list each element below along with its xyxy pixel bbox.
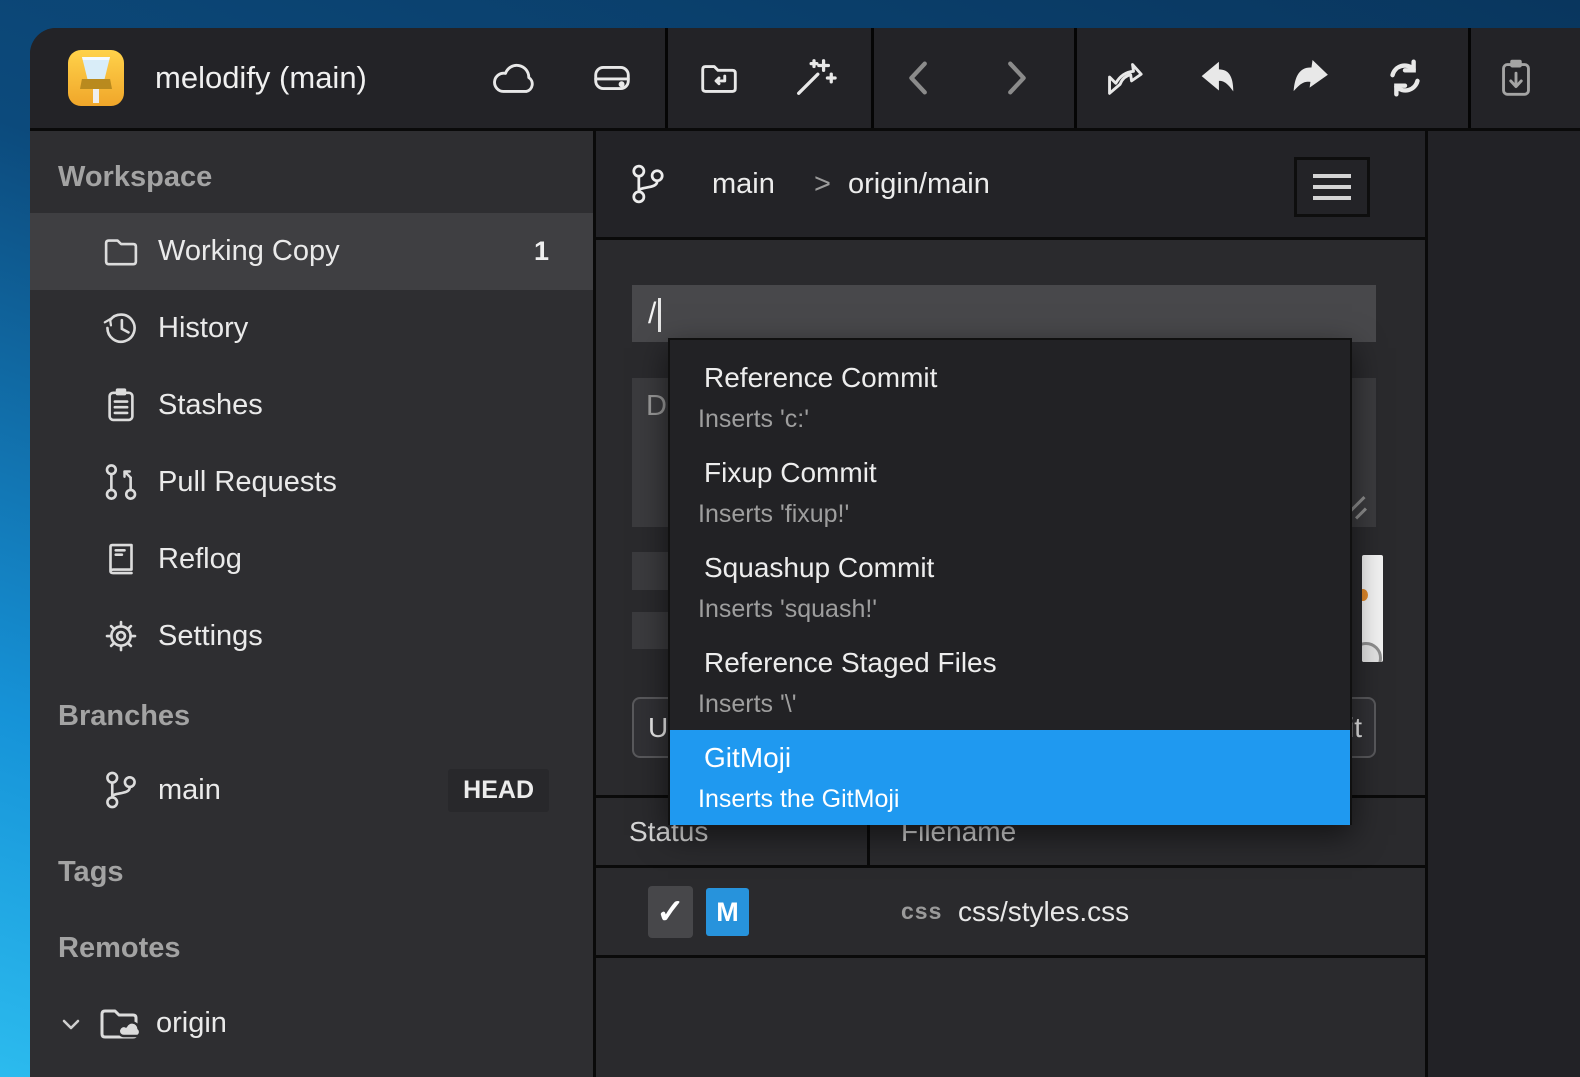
breadcrumb-separator: >: [814, 131, 831, 237]
status-badge-modified: M: [706, 888, 749, 936]
file-type-label: css: [901, 868, 942, 955]
titlebar: melodify (main): [30, 28, 1580, 128]
app-window: melodify (main): [30, 28, 1580, 1077]
item-title: GitMoji: [670, 730, 1350, 780]
sidebar-item-remote-origin[interactable]: origin: [30, 985, 593, 1062]
item-subtitle: Inserts 'c:': [670, 400, 1350, 438]
sidebar-item-stashes[interactable]: Stashes: [30, 367, 593, 444]
sidebar-header-workspace: Workspace: [58, 152, 212, 202]
sidebar-item-label: origin: [156, 985, 227, 1062]
divider: [596, 955, 1425, 958]
item-subtitle: Inserts 'squash!': [670, 590, 1350, 628]
push-icon[interactable]: [1287, 55, 1333, 101]
sidebar-header-tags: Tags: [58, 847, 124, 897]
gitmoji-preview-emoji: [1362, 589, 1368, 601]
back-icon[interactable]: [897, 55, 943, 101]
item-title: Reference Commit: [670, 350, 1350, 400]
commit-summary-input[interactable]: /: [632, 285, 1376, 342]
divider: [596, 237, 1425, 240]
app-icon-band: [80, 79, 112, 89]
sidebar-item-label: Stashes: [158, 367, 263, 444]
wand-icon[interactable]: [791, 55, 837, 101]
drive-icon[interactable]: [589, 55, 635, 101]
toolbar-separator: [665, 28, 668, 128]
sidebar-item-label: History: [158, 290, 248, 367]
menu-icon[interactable]: [1294, 157, 1370, 217]
reflog-icon: [100, 538, 142, 580]
branch-icon: [100, 769, 142, 811]
main-panel: main > origin/main / Description: [596, 131, 1425, 1077]
text-caret: [658, 298, 661, 332]
chevron-down-icon[interactable]: [58, 1011, 84, 1037]
autocomplete-item-reference-staged-files[interactable]: Reference Staged Files Inserts '\': [670, 635, 1350, 730]
autocomplete-dropdown: Reference Commit Inserts 'c:' Fixup Comm…: [668, 338, 1352, 825]
working-copy-count-badge: 1: [534, 213, 549, 290]
branch-breadcrumb-bar: main > origin/main: [596, 131, 1425, 237]
toolbar-separator: [871, 28, 874, 128]
folder-icon: [100, 230, 142, 272]
desktop-background: melodify (main): [0, 0, 1580, 1077]
sidebar-item-label: Pull Requests: [158, 444, 337, 521]
sidebar: Workspace Working Copy 1 History: [30, 131, 593, 1077]
item-title: Squashup Commit: [670, 540, 1350, 590]
commit-summary-value: /: [648, 297, 656, 330]
item-subtitle: Inserts '\': [670, 685, 1350, 723]
file-name: css/styles.css: [958, 868, 1129, 955]
autocomplete-item-reference-commit[interactable]: Reference Commit Inserts 'c:': [670, 350, 1350, 445]
app-icon-cone: [82, 57, 110, 82]
window-title: melodify (main): [155, 28, 367, 128]
autocomplete-item-gitmoji-selected[interactable]: GitMoji Inserts the GitMoji: [670, 730, 1350, 825]
sidebar-item-settings[interactable]: Settings: [30, 598, 593, 675]
item-subtitle: Inserts the GitMoji: [670, 780, 1350, 818]
history-icon: [100, 307, 142, 349]
sidebar-header-branches: Branches: [58, 691, 190, 741]
checkbox-check-icon: ✓: [656, 893, 685, 931]
breadcrumb-branch[interactable]: main: [712, 131, 775, 237]
toolbar-separator: [1468, 28, 1471, 128]
item-title: Reference Staged Files: [670, 635, 1350, 685]
head-badge: HEAD: [448, 769, 549, 812]
sidebar-item-label: Working Copy: [158, 213, 340, 290]
remote-folder-icon: [96, 1000, 146, 1046]
forward-icon[interactable]: [992, 55, 1038, 101]
open-repo-icon[interactable]: [696, 55, 742, 101]
stashes-icon: [100, 384, 142, 426]
autocomplete-item-squashup-commit[interactable]: Squashup Commit Inserts 'squash!': [670, 540, 1350, 635]
toolbar-separator: [1074, 28, 1077, 128]
autocomplete-item-fixup-commit[interactable]: Fixup Commit Inserts 'fixup!': [670, 445, 1350, 540]
sidebar-item-working-copy[interactable]: Working Copy 1: [30, 213, 593, 290]
stash-pop-icon[interactable]: [1493, 55, 1539, 101]
branch-icon: [626, 162, 670, 206]
gitmoji-preview-emoji-arc: [1362, 642, 1382, 662]
app-icon: [68, 50, 124, 106]
sidebar-item-reflog[interactable]: Reflog: [30, 521, 593, 598]
sidebar-item-pull-requests[interactable]: Pull Requests: [30, 444, 593, 521]
sidebar-item-branch-main[interactable]: main HEAD: [30, 752, 593, 829]
item-title: Fixup Commit: [670, 445, 1350, 495]
sidebar-item-label: Reflog: [158, 521, 242, 598]
sidebar-item-label: main: [158, 752, 221, 829]
sidebar-item-label: Settings: [158, 598, 263, 675]
settings-gear-icon: [100, 615, 142, 657]
pull-request-icon: [100, 461, 142, 503]
breadcrumb-upstream[interactable]: origin/main: [848, 131, 990, 237]
right-pane: [1428, 131, 1580, 1077]
stage-checkbox[interactable]: ✓: [648, 886, 693, 938]
sidebar-item-history[interactable]: History: [30, 290, 593, 367]
fetch-icon[interactable]: [1194, 55, 1240, 101]
table-row[interactable]: ✓ M css css/styles.css: [596, 868, 1425, 955]
sync-icon[interactable]: [1382, 55, 1428, 101]
sidebar-header-remotes: Remotes: [58, 923, 181, 973]
gitmoji-preview: [1362, 555, 1383, 662]
pull-icon[interactable]: [1099, 55, 1145, 101]
item-subtitle: Inserts 'fixup!': [670, 495, 1350, 533]
app-icon-stem: [93, 89, 99, 103]
cloud-icon[interactable]: [489, 55, 535, 101]
